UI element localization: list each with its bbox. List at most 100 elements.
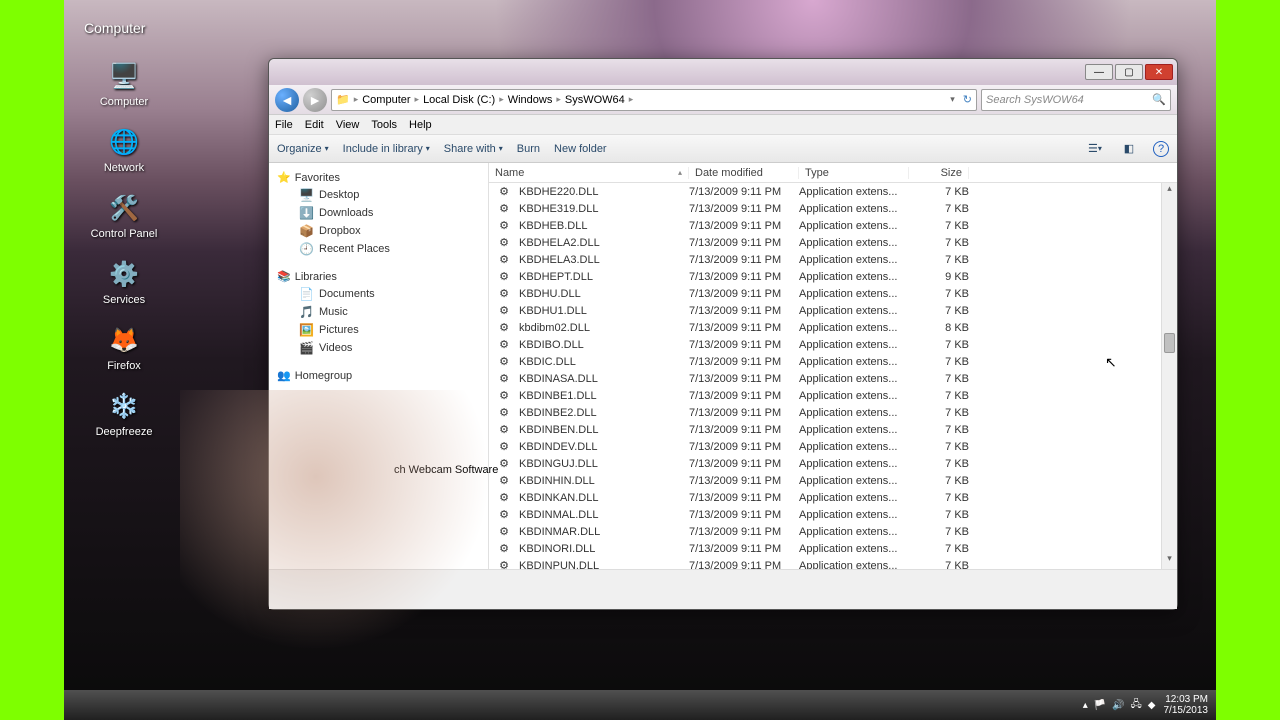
scroll-up-icon[interactable]: ▴: [1162, 183, 1177, 199]
file-row[interactable]: ⚙KBDINPUN.DLL7/13/2009 9:11 PMApplicatio…: [489, 557, 1177, 569]
breadcrumb-windows[interactable]: Windows: [508, 94, 553, 106]
taskbar-clock[interactable]: 12:03 PM 7/15/2013: [1164, 694, 1209, 716]
address-bar[interactable]: 📁 ▸ Computer ▸ Local Disk (C:) ▸ Windows…: [331, 89, 977, 111]
preview-pane-button[interactable]: ◧: [1119, 139, 1139, 159]
file-row[interactable]: ⚙KBDINMAR.DLL7/13/2009 9:11 PMApplicatio…: [489, 523, 1177, 540]
col-size[interactable]: Size: [909, 167, 969, 179]
include-library-button[interactable]: Include in library▾: [343, 143, 430, 155]
dll-file-icon: ⚙: [497, 491, 511, 505]
file-type: Application extens...: [799, 288, 909, 300]
nav-dropbox[interactable]: 📦Dropbox: [269, 222, 488, 240]
close-button[interactable]: ✕: [1145, 64, 1173, 80]
forward-button[interactable]: ►: [303, 88, 327, 112]
nav-recent[interactable]: 🕘Recent Places: [269, 240, 488, 258]
col-name[interactable]: Name▴: [489, 167, 689, 179]
file-row[interactable]: ⚙KBDINORI.DLL7/13/2009 9:11 PMApplicatio…: [489, 540, 1177, 557]
search-input[interactable]: Search SysWOW64 🔍: [981, 89, 1171, 111]
desktop-icon-services[interactable]: ⚙️Services: [84, 258, 164, 306]
help-button[interactable]: ?: [1153, 141, 1169, 157]
file-date: 7/13/2009 9:11 PM: [689, 390, 799, 402]
file-row[interactable]: ⚙KBDHU.DLL7/13/2009 9:11 PMApplication e…: [489, 285, 1177, 302]
scroll-down-icon[interactable]: ▾: [1162, 553, 1177, 569]
file-row[interactable]: ⚙KBDHEB.DLL7/13/2009 9:11 PMApplication …: [489, 217, 1177, 234]
nav-downloads[interactable]: ⬇️Downloads: [269, 204, 488, 222]
file-type: Application extens...: [799, 356, 909, 368]
file-row[interactable]: ⚙KBDINHIN.DLL7/13/2009 9:11 PMApplicatio…: [489, 472, 1177, 489]
share-with-button[interactable]: Share with▾: [444, 143, 503, 155]
file-row[interactable]: ⚙KBDHEPT.DLL7/13/2009 9:11 PMApplication…: [489, 268, 1177, 285]
nav-homegroup[interactable]: 👥Homegroup: [269, 367, 488, 384]
view-options-button[interactable]: ☰▾: [1085, 139, 1105, 159]
file-row[interactable]: ⚙KBDHU1.DLL7/13/2009 9:11 PMApplication …: [489, 302, 1177, 319]
nav-music[interactable]: 🎵Music: [269, 303, 488, 321]
file-row[interactable]: ⚙KBDINBE1.DLL7/13/2009 9:11 PMApplicatio…: [489, 387, 1177, 404]
file-row[interactable]: ⚙KBDINGUJ.DLL7/13/2009 9:11 PMApplicatio…: [489, 455, 1177, 472]
breadcrumb-localdisk[interactable]: Local Disk (C:): [423, 94, 495, 106]
scroll-thumb[interactable]: [1164, 333, 1175, 353]
nav-videos[interactable]: 🎬Videos: [269, 339, 488, 357]
file-row[interactable]: ⚙KBDHELA3.DLL7/13/2009 9:11 PMApplicatio…: [489, 251, 1177, 268]
nav-documents[interactable]: 📄Documents: [269, 285, 488, 303]
webcam-software-label[interactable]: ch Webcam Software: [394, 464, 498, 476]
burn-button[interactable]: Burn: [517, 143, 540, 155]
chevron-down-icon[interactable]: ▾: [950, 94, 955, 105]
breadcrumb-syswow64[interactable]: SysWOW64: [565, 94, 625, 106]
menu-help[interactable]: Help: [409, 119, 432, 131]
vertical-scrollbar[interactable]: ▴ ▾: [1161, 183, 1177, 569]
menu-file[interactable]: File: [275, 119, 293, 131]
explorer-window: — ▢ ✕ ◄ ► 📁 ▸ Computer ▸ Local Disk (C:)…: [268, 58, 1178, 610]
desktop-icon-firefox[interactable]: 🦊Firefox: [84, 324, 164, 372]
file-row[interactable]: ⚙KBDIBO.DLL7/13/2009 9:11 PMApplication …: [489, 336, 1177, 353]
file-name: KBDINKAN.DLL: [519, 492, 598, 504]
flag-icon[interactable]: 🏳️: [1094, 700, 1106, 711]
desktop-icon-computer[interactable]: 🖥️Computer: [84, 60, 164, 108]
refresh-icon[interactable]: ↻: [963, 93, 972, 106]
breadcrumb-computer[interactable]: Computer: [362, 94, 410, 106]
file-row[interactable]: ⚙KBDINKAN.DLL7/13/2009 9:11 PMApplicatio…: [489, 489, 1177, 506]
new-folder-button[interactable]: New folder: [554, 143, 607, 155]
file-row[interactable]: ⚙KBDINMAL.DLL7/13/2009 9:11 PMApplicatio…: [489, 506, 1177, 523]
file-date: 7/13/2009 9:11 PM: [689, 543, 799, 555]
back-button[interactable]: ◄: [275, 88, 299, 112]
dll-file-icon: ⚙: [497, 253, 511, 267]
controlpanel-icon: 🛠️: [108, 192, 140, 224]
nav-libraries[interactable]: 📚Libraries: [269, 268, 488, 285]
desktop-icon-network[interactable]: 🌐Network: [84, 126, 164, 174]
dll-file-icon: ⚙: [497, 304, 511, 318]
file-row[interactable]: ⚙KBDHE220.DLL7/13/2009 9:11 PMApplicatio…: [489, 183, 1177, 200]
file-row[interactable]: ⚙KBDINBE2.DLL7/13/2009 9:11 PMApplicatio…: [489, 404, 1177, 421]
file-row[interactable]: ⚙KBDHE319.DLL7/13/2009 9:11 PMApplicatio…: [489, 200, 1177, 217]
menu-view[interactable]: View: [336, 119, 360, 131]
menu-edit[interactable]: Edit: [305, 119, 324, 131]
taskbar[interactable]: ▴ 🏳️ 🔊 🖧 ◆ 12:03 PM 7/15/2013: [64, 690, 1216, 720]
organize-button[interactable]: Organize▾: [277, 143, 329, 155]
menu-tools[interactable]: Tools: [371, 119, 397, 131]
file-row[interactable]: ⚙KBDIC.DLL7/13/2009 9:11 PMApplication e…: [489, 353, 1177, 370]
desktop-icon-deepfreeze[interactable]: ❄️Deepfreeze: [84, 390, 164, 438]
file-name: KBDHE319.DLL: [519, 203, 599, 215]
dll-file-icon: ⚙: [497, 525, 511, 539]
file-size: 9 KB: [909, 271, 969, 283]
nav-favorites[interactable]: ⭐Favorites: [269, 169, 488, 186]
titlebar[interactable]: — ▢ ✕: [269, 59, 1177, 85]
desktop-icon-controlpanel[interactable]: 🛠️Control Panel: [84, 192, 164, 240]
tray-expand-icon[interactable]: ▴: [1083, 700, 1088, 711]
col-type[interactable]: Type: [799, 167, 909, 179]
file-row[interactable]: ⚙KBDINDEV.DLL7/13/2009 9:11 PMApplicatio…: [489, 438, 1177, 455]
col-date[interactable]: Date modified: [689, 167, 799, 179]
file-row[interactable]: ⚙KBDHELA2.DLL7/13/2009 9:11 PMApplicatio…: [489, 234, 1177, 251]
file-row[interactable]: ⚙KBDINBEN.DLL7/13/2009 9:11 PMApplicatio…: [489, 421, 1177, 438]
maximize-button[interactable]: ▢: [1115, 64, 1143, 80]
network-icon: 🌐: [108, 126, 140, 158]
volume-icon[interactable]: 🔊: [1112, 700, 1124, 711]
dll-file-icon: ⚙: [497, 270, 511, 284]
minimize-button[interactable]: —: [1085, 64, 1113, 80]
nav-desktop[interactable]: 🖥️Desktop: [269, 186, 488, 204]
file-size: 7 KB: [909, 424, 969, 436]
file-row[interactable]: ⚙KBDINASA.DLL7/13/2009 9:11 PMApplicatio…: [489, 370, 1177, 387]
tray-app-icon[interactable]: ◆: [1148, 700, 1156, 711]
file-row[interactable]: ⚙kbdibm02.DLL7/13/2009 9:11 PMApplicatio…: [489, 319, 1177, 336]
nav-pictures[interactable]: 🖼️Pictures: [269, 321, 488, 339]
network-tray-icon[interactable]: 🖧: [1131, 697, 1142, 714]
search-placeholder: Search SysWOW64: [986, 94, 1084, 106]
